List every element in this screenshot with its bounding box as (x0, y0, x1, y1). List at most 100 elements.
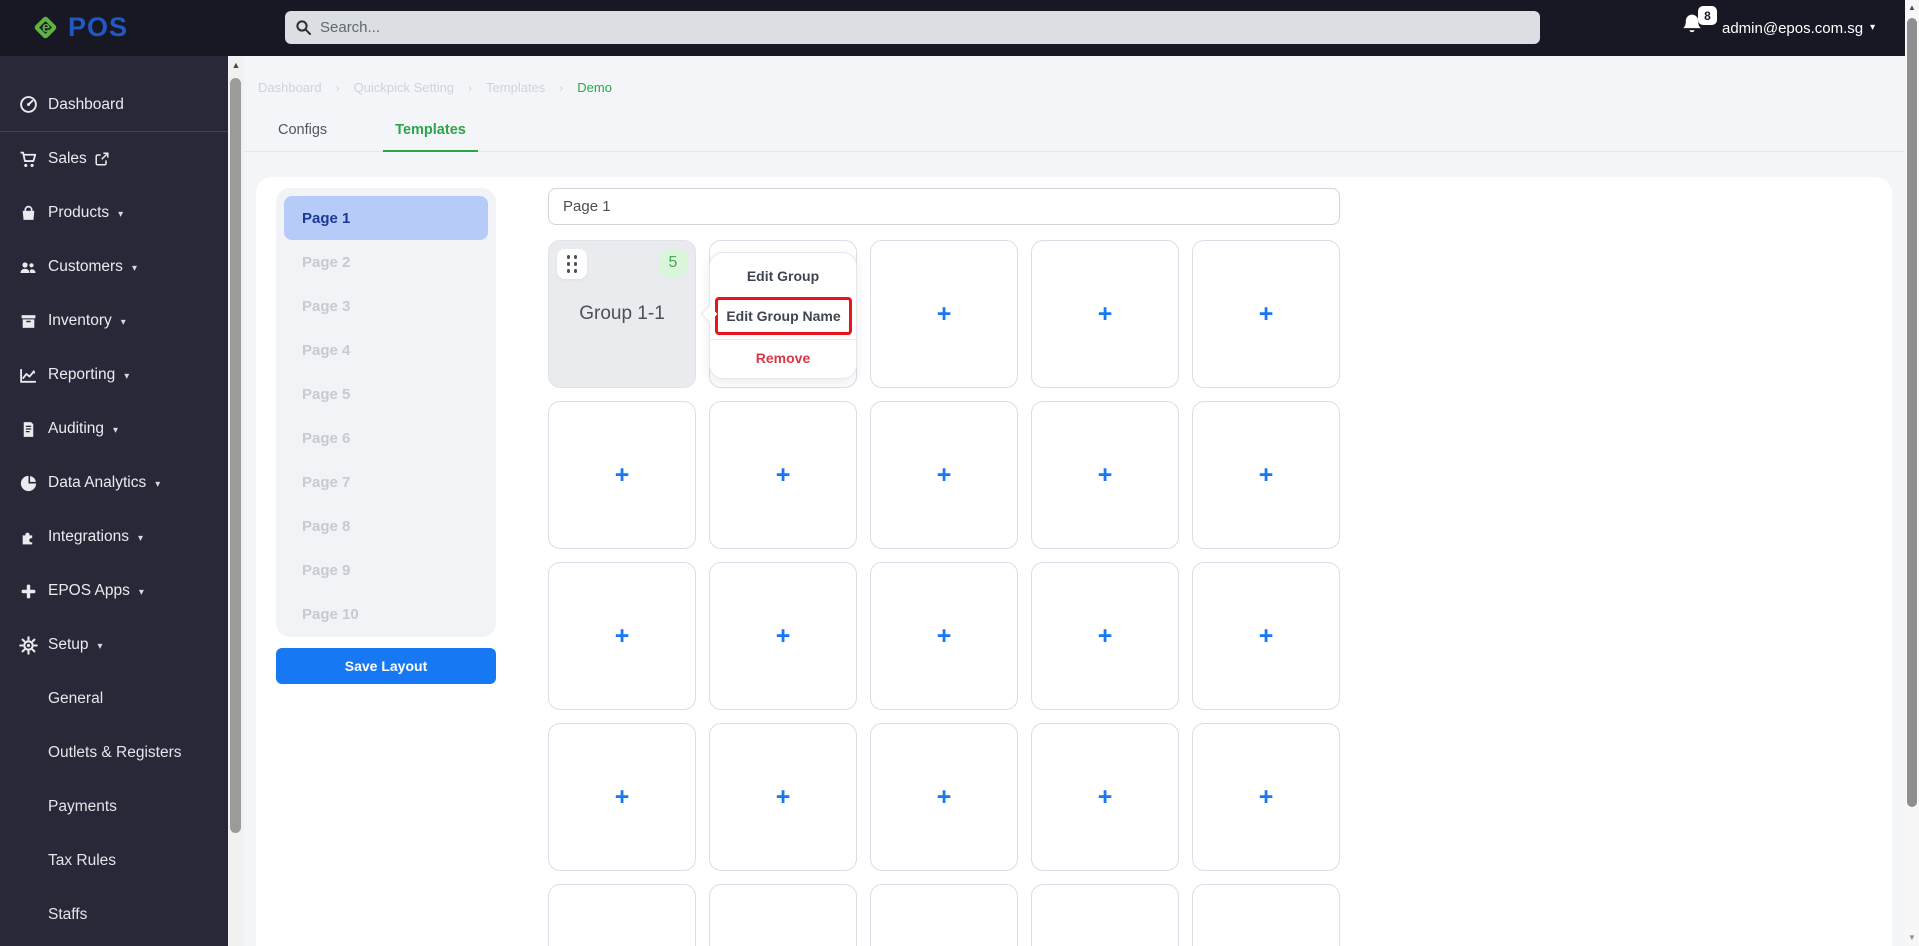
bag-icon (18, 203, 38, 223)
add-icon: + (614, 782, 630, 811)
scroll-up-arrow-icon[interactable]: ▲ (1905, 2, 1919, 14)
sidebar-item-auditing[interactable]: Auditing ▾ (0, 402, 228, 456)
tab-templates[interactable]: Templates (383, 111, 478, 152)
sidebar-item-dashboard[interactable]: Dashboard (0, 78, 228, 132)
group-item-count-badge: 5 (659, 249, 687, 277)
page-list-item-9[interactable]: Page 9 (284, 548, 488, 592)
empty-slot-tile[interactable]: + (548, 723, 696, 871)
sidebar-subitem-general[interactable]: General (0, 672, 228, 726)
page-list-item-5[interactable]: Page 5 (284, 372, 488, 416)
empty-slot-tile[interactable]: + (870, 401, 1018, 549)
empty-slot-tile[interactable]: + (548, 562, 696, 710)
scroll-up-arrow-icon[interactable]: ▲ (228, 58, 244, 72)
slot-with-context-menu: Edit Group Edit Group Name Remove (700, 240, 857, 388)
empty-slot-tile[interactable]: + (1031, 240, 1179, 388)
main-content: Dashboard › Quickpick Setting › Template… (244, 56, 1905, 946)
menu-item-edit-group[interactable]: Edit Group (710, 259, 856, 293)
empty-slot-tile[interactable]: + (709, 723, 857, 871)
save-layout-button[interactable]: Save Layout (276, 648, 496, 684)
add-icon: + (614, 460, 630, 489)
tab-configs[interactable]: Configs (274, 111, 331, 151)
page-list-item-4[interactable]: Page 4 (284, 328, 488, 372)
empty-slot-tile[interactable]: + (1031, 723, 1179, 871)
add-icon: + (1097, 299, 1113, 328)
empty-slot-tile[interactable]: + (1031, 562, 1179, 710)
page-name-input[interactable] (548, 188, 1340, 225)
chevron-down-icon: ▾ (113, 424, 119, 436)
page-list-item-3[interactable]: Page 3 (284, 284, 488, 328)
page-list-item-6[interactable]: Page 6 (284, 416, 488, 460)
empty-slot-tile[interactable]: + (1192, 884, 1340, 946)
sidebar-item-epos-apps[interactable]: EPOS Apps ▾ (0, 564, 228, 618)
chevron-down-icon: ▾ (118, 208, 124, 220)
breadcrumb-separator-icon: › (335, 80, 340, 95)
sidebar-scrollbar-thumb[interactable] (230, 78, 241, 833)
chevron-down-icon: ▾ (131, 262, 137, 274)
editor-column: 5 Group 1-1 Edit Group Edit Group Name R… (548, 188, 1348, 946)
search-input[interactable] (320, 19, 1494, 36)
page-list-item-2[interactable]: Page 2 (284, 240, 488, 284)
sidebar-item-reporting[interactable]: Reporting ▾ (0, 348, 228, 402)
group-name-label: Group 1-1 (579, 303, 665, 324)
sidebar-subitem-payments[interactable]: Payments (0, 780, 228, 834)
sidebar-scrollbar[interactable]: ▲ (228, 56, 244, 946)
sidebar-item-inventory[interactable]: Inventory ▾ (0, 294, 228, 348)
annotation-highlight: Edit Group Name (715, 297, 852, 335)
breadcrumb-separator-icon: › (559, 80, 564, 95)
sidebar-subitem-outlets-registers[interactable]: Outlets & Registers (0, 726, 228, 780)
sidebar-nav: Dashboard Sales Products ▾ Customers ▾ I… (0, 56, 228, 946)
breadcrumb-dashboard[interactable]: Dashboard (258, 80, 322, 95)
sidebar-subitem-staffs[interactable]: Staffs (0, 888, 228, 942)
add-icon: + (936, 460, 952, 489)
empty-slot-tile[interactable]: + (870, 562, 1018, 710)
group-tile[interactable]: 5 Group 1-1 (548, 240, 696, 388)
empty-slot-tile[interactable]: + (709, 562, 857, 710)
empty-slot-tile[interactable]: + (709, 884, 857, 946)
menu-item-remove[interactable]: Remove (710, 340, 856, 370)
global-search[interactable] (285, 11, 1540, 44)
empty-slot-tile[interactable]: + (548, 884, 696, 946)
menu-item-edit-group-name[interactable]: Edit Group Name (718, 300, 849, 332)
empty-slot-tile[interactable]: + (1192, 723, 1340, 871)
add-icon: + (1258, 460, 1274, 489)
box-icon (18, 311, 38, 331)
sidebar-item-setup[interactable]: Setup ▾ (0, 618, 228, 672)
page-list-item-1[interactable]: Page 1 (284, 196, 488, 240)
page-list-item-10[interactable]: Page 10 (284, 592, 488, 636)
empty-slot-tile[interactable]: + (709, 401, 857, 549)
empty-slot-tile[interactable]: + (870, 240, 1018, 388)
chevron-down-icon: ▾ (120, 316, 126, 328)
empty-slot-tile[interactable]: + (1192, 240, 1340, 388)
empty-slot-tile[interactable]: + (548, 401, 696, 549)
empty-slot-tile[interactable]: + (1031, 401, 1179, 549)
sidebar-item-data-analytics[interactable]: Data Analytics ▾ (0, 456, 228, 510)
scroll-down-arrow-icon[interactable]: ▼ (1905, 932, 1919, 944)
external-link-icon (94, 151, 110, 167)
puzzle-icon (18, 527, 38, 547)
sidebar-subitem-tax-rules[interactable]: Tax Rules (0, 834, 228, 888)
sidebar-item-integrations[interactable]: Integrations ▾ (0, 510, 228, 564)
user-account-menu[interactable]: admin@epos.com.sg ▾ (1722, 0, 1875, 56)
chevron-down-icon: ▾ (1870, 22, 1876, 33)
page-list-item-8[interactable]: Page 8 (284, 504, 488, 548)
page-scrollbar-thumb[interactable] (1907, 18, 1917, 807)
epos-logo[interactable]: e POS (33, 12, 128, 43)
breadcrumb-quickpick-setting[interactable]: Quickpick Setting (354, 80, 454, 95)
sidebar-item-sales[interactable]: Sales (0, 132, 228, 186)
user-email: admin@epos.com.sg (1722, 19, 1864, 37)
add-icon: + (775, 621, 791, 650)
drag-handle-icon[interactable] (557, 249, 587, 279)
empty-slot-tile[interactable]: + (1031, 884, 1179, 946)
empty-slot-tile[interactable]: + (1192, 401, 1340, 549)
empty-slot-tile[interactable]: + (870, 884, 1018, 946)
empty-slot-tile[interactable]: + (1192, 562, 1340, 710)
notifications-button[interactable]: 8 (1680, 6, 1717, 44)
breadcrumb-separator-icon: › (468, 80, 473, 95)
empty-slot-tile[interactable]: + (870, 723, 1018, 871)
sidebar-item-products[interactable]: Products ▾ (0, 186, 228, 240)
breadcrumb-current-demo: Demo (577, 80, 612, 95)
page-list-item-7[interactable]: Page 7 (284, 460, 488, 504)
sidebar-item-customers[interactable]: Customers ▾ (0, 240, 228, 294)
page-scrollbar[interactable]: ▲ ▼ (1905, 0, 1919, 946)
breadcrumb-templates[interactable]: Templates (486, 80, 545, 95)
